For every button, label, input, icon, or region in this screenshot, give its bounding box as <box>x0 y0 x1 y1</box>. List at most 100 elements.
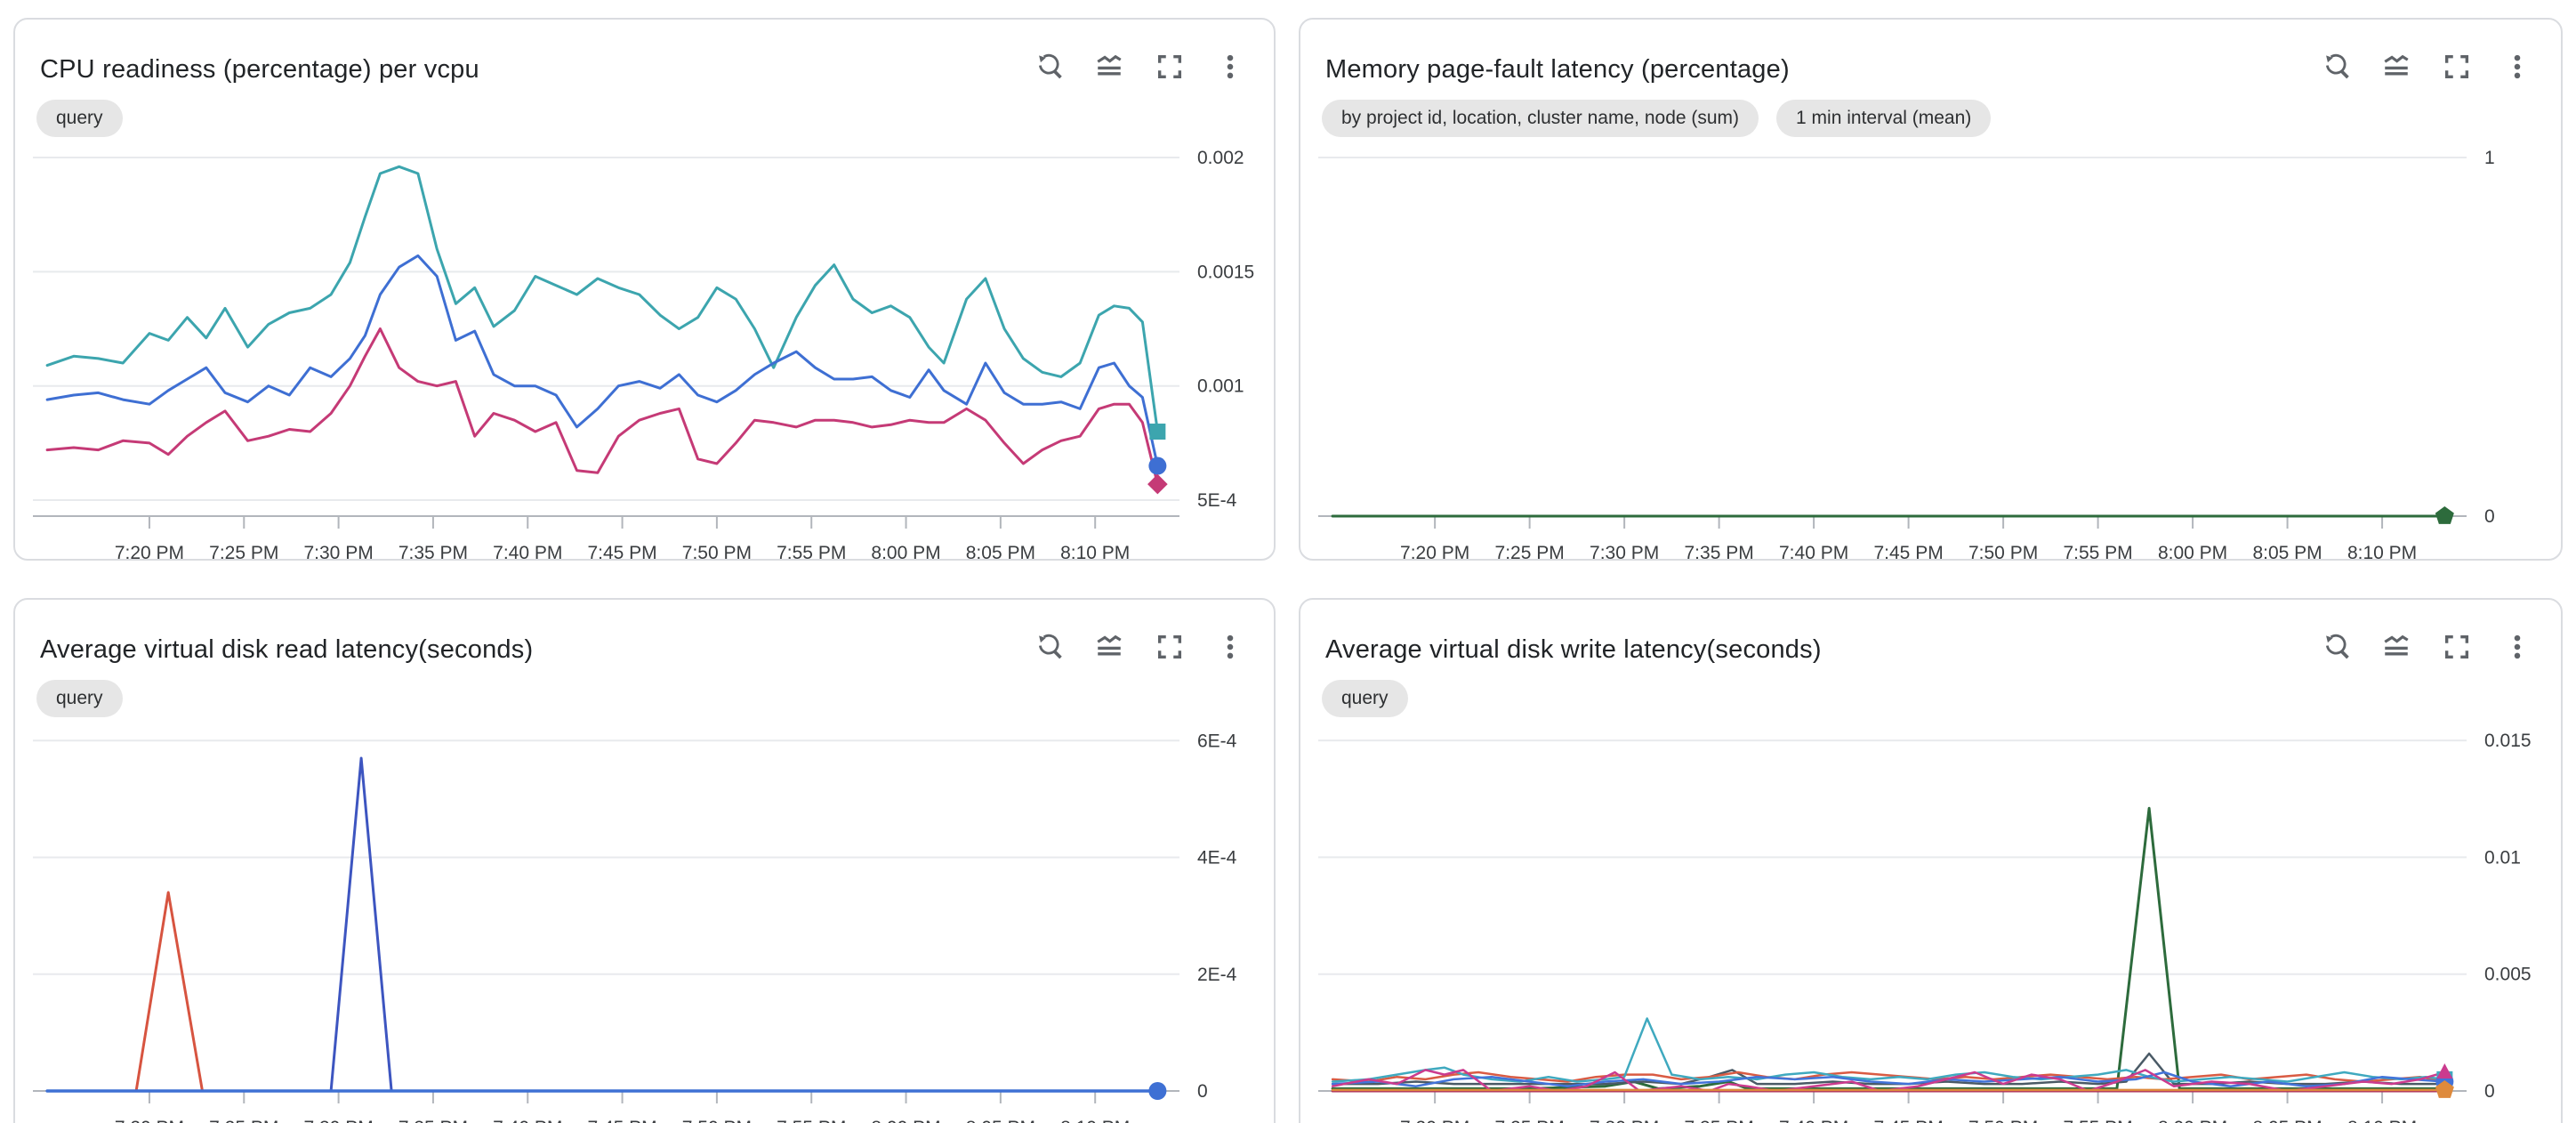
zoom-reset-button[interactable] <box>2315 46 2356 87</box>
monitoring-dashboard: 0.002 0.0015 0.001 5E-4 7:20 PM 7:25 PM 7:30 P… <box>0 0 2576 1123</box>
fullscreen-button[interactable] <box>1149 626 1190 667</box>
svg-text:8:00 PM: 8:00 PM <box>2158 543 2227 562</box>
svg-text:7:30 PM: 7:30 PM <box>303 543 373 562</box>
panel-disk-write-latency: 0.0150.010.00507:20 PM7:25 PM7:30 PM7:35… <box>1299 598 2563 1123</box>
panel-title: Average virtual disk write latency(secon… <box>1325 635 1822 665</box>
svg-text:7:55 PM: 7:55 PM <box>2063 543 2132 562</box>
fullscreen-button[interactable] <box>2436 46 2477 87</box>
legend-toggle-icon <box>2381 632 2411 662</box>
svg-text:7:25 PM: 7:25 PM <box>1495 1118 1565 1123</box>
svg-text:7:40 PM: 7:40 PM <box>493 543 562 562</box>
panel-toolbar <box>1028 46 1251 87</box>
svg-text:7:40 PM: 7:40 PM <box>1779 543 1848 562</box>
zoom-reset-icon <box>1034 52 1064 82</box>
svg-text:0.0015: 0.0015 <box>1197 262 1254 282</box>
zoom-reset-icon <box>2321 632 2351 662</box>
svg-text:8:05 PM: 8:05 PM <box>966 1118 1035 1123</box>
zoom-reset-icon <box>2321 52 2351 82</box>
panel-toolbar <box>1028 626 1251 667</box>
fullscreen-button[interactable] <box>1149 46 1190 87</box>
zoom-reset-button[interactable] <box>2315 626 2356 667</box>
disk-read-latency-chart[interactable]: 6E-44E-42E-407:20 PM7:25 PM7:30 PM7:35 P… <box>15 600 1277 1123</box>
svg-text:4E-4: 4E-4 <box>1197 848 1237 869</box>
more-options-icon <box>2502 632 2532 662</box>
disk-write-latency-chart[interactable]: 0.0150.010.00507:20 PM7:25 PM7:30 PM7:35… <box>1300 600 2564 1123</box>
svg-text:7:55 PM: 7:55 PM <box>2063 1118 2132 1123</box>
more-options-button[interactable] <box>1210 626 1251 667</box>
svg-text:8:10 PM: 8:10 PM <box>1060 543 1130 562</box>
panel-title: Memory page-fault latency (percentage) <box>1325 55 1790 85</box>
svg-text:7:35 PM: 7:35 PM <box>398 543 468 562</box>
query-chip: query <box>1322 680 1408 717</box>
svg-text:7:30 PM: 7:30 PM <box>303 1118 373 1123</box>
svg-text:0.005: 0.005 <box>2484 965 2532 985</box>
svg-text:0.002: 0.002 <box>1197 148 1244 168</box>
svg-text:5E-4: 5E-4 <box>1197 490 1237 511</box>
interval-chip: 1 min interval (mean) <box>1776 100 1991 137</box>
svg-text:0.01: 0.01 <box>2484 847 2521 868</box>
svg-text:7:50 PM: 7:50 PM <box>1968 1118 2038 1123</box>
legend-toggle-button[interactable] <box>1089 46 1130 87</box>
panel-title: Average virtual disk read latency(second… <box>40 635 533 665</box>
svg-text:6E-4: 6E-4 <box>1197 731 1237 751</box>
zoom-reset-icon <box>1034 632 1064 662</box>
chips-row: query <box>36 680 123 717</box>
svg-text:7:20 PM: 7:20 PM <box>115 543 184 562</box>
svg-text:7:20 PM: 7:20 PM <box>115 1118 184 1123</box>
svg-text:8:00 PM: 8:00 PM <box>871 1118 940 1123</box>
svg-text:8:10 PM: 8:10 PM <box>1060 1118 1130 1123</box>
svg-text:7:50 PM: 7:50 PM <box>682 543 752 562</box>
fullscreen-icon <box>2442 52 2472 82</box>
svg-text:7:35 PM: 7:35 PM <box>1685 543 1754 562</box>
fullscreen-button[interactable] <box>2436 626 2477 667</box>
svg-text:0: 0 <box>2484 506 2495 527</box>
more-options-button[interactable] <box>1210 46 1251 87</box>
legend-toggle-button[interactable] <box>2376 46 2417 87</box>
query-chip: query <box>36 680 123 717</box>
panel-toolbar <box>2315 46 2538 87</box>
legend-toggle-icon <box>2381 52 2411 82</box>
svg-text:7:55 PM: 7:55 PM <box>777 543 846 562</box>
svg-text:7:45 PM: 7:45 PM <box>587 1118 656 1123</box>
more-options-icon <box>1215 52 1245 82</box>
svg-text:7:55 PM: 7:55 PM <box>777 1118 846 1123</box>
cpu-readiness-chart[interactable]: 0.002 0.0015 0.001 5E-4 7:20 PM 7:25 PM 7:30 P… <box>15 20 1277 562</box>
svg-text:0.015: 0.015 <box>2484 731 2532 751</box>
svg-text:7:45 PM: 7:45 PM <box>1873 543 1943 562</box>
legend-toggle-button[interactable] <box>1089 626 1130 667</box>
more-options-button[interactable] <box>2497 46 2538 87</box>
svg-text:7:40 PM: 7:40 PM <box>493 1118 562 1123</box>
svg-text:8:05 PM: 8:05 PM <box>2252 1118 2322 1123</box>
svg-text:8:05 PM: 8:05 PM <box>2252 543 2322 562</box>
fullscreen-icon <box>1155 632 1185 662</box>
legend-toggle-icon <box>1094 632 1124 662</box>
svg-text:0: 0 <box>1197 1081 1208 1102</box>
panel-disk-read-latency: 6E-44E-42E-407:20 PM7:25 PM7:30 PM7:35 P… <box>13 598 1276 1123</box>
chips-row: query <box>36 100 123 137</box>
svg-text:7:35 PM: 7:35 PM <box>1685 1118 1754 1123</box>
groupby-chip: by project id, location, cluster name, n… <box>1322 100 1759 137</box>
svg-text:7:20 PM: 7:20 PM <box>1400 543 1469 562</box>
panel-title: CPU readiness (percentage) per vcpu <box>40 55 479 85</box>
svg-text:7:50 PM: 7:50 PM <box>1968 543 2038 562</box>
chips-row: by project id, location, cluster name, n… <box>1322 100 1991 137</box>
svg-text:7:35 PM: 7:35 PM <box>398 1118 468 1123</box>
zoom-reset-button[interactable] <box>1028 46 1069 87</box>
svg-text:8:00 PM: 8:00 PM <box>871 543 940 562</box>
zoom-reset-button[interactable] <box>1028 626 1069 667</box>
svg-text:7:30 PM: 7:30 PM <box>1590 1118 1659 1123</box>
svg-text:7:25 PM: 7:25 PM <box>209 1118 278 1123</box>
svg-text:7:25 PM: 7:25 PM <box>209 543 278 562</box>
svg-text:7:40 PM: 7:40 PM <box>1779 1118 1848 1123</box>
svg-text:0.001: 0.001 <box>1197 376 1244 397</box>
svg-text:7:45 PM: 7:45 PM <box>587 543 656 562</box>
svg-text:8:10 PM: 8:10 PM <box>2347 543 2417 562</box>
svg-text:7:30 PM: 7:30 PM <box>1590 543 1659 562</box>
svg-text:7:50 PM: 7:50 PM <box>682 1118 752 1123</box>
fullscreen-icon <box>2442 632 2472 662</box>
svg-text:7:45 PM: 7:45 PM <box>1873 1118 1943 1123</box>
more-options-button[interactable] <box>2497 626 2538 667</box>
fullscreen-icon <box>1155 52 1185 82</box>
legend-toggle-button[interactable] <box>2376 626 2417 667</box>
legend-toggle-icon <box>1094 52 1124 82</box>
